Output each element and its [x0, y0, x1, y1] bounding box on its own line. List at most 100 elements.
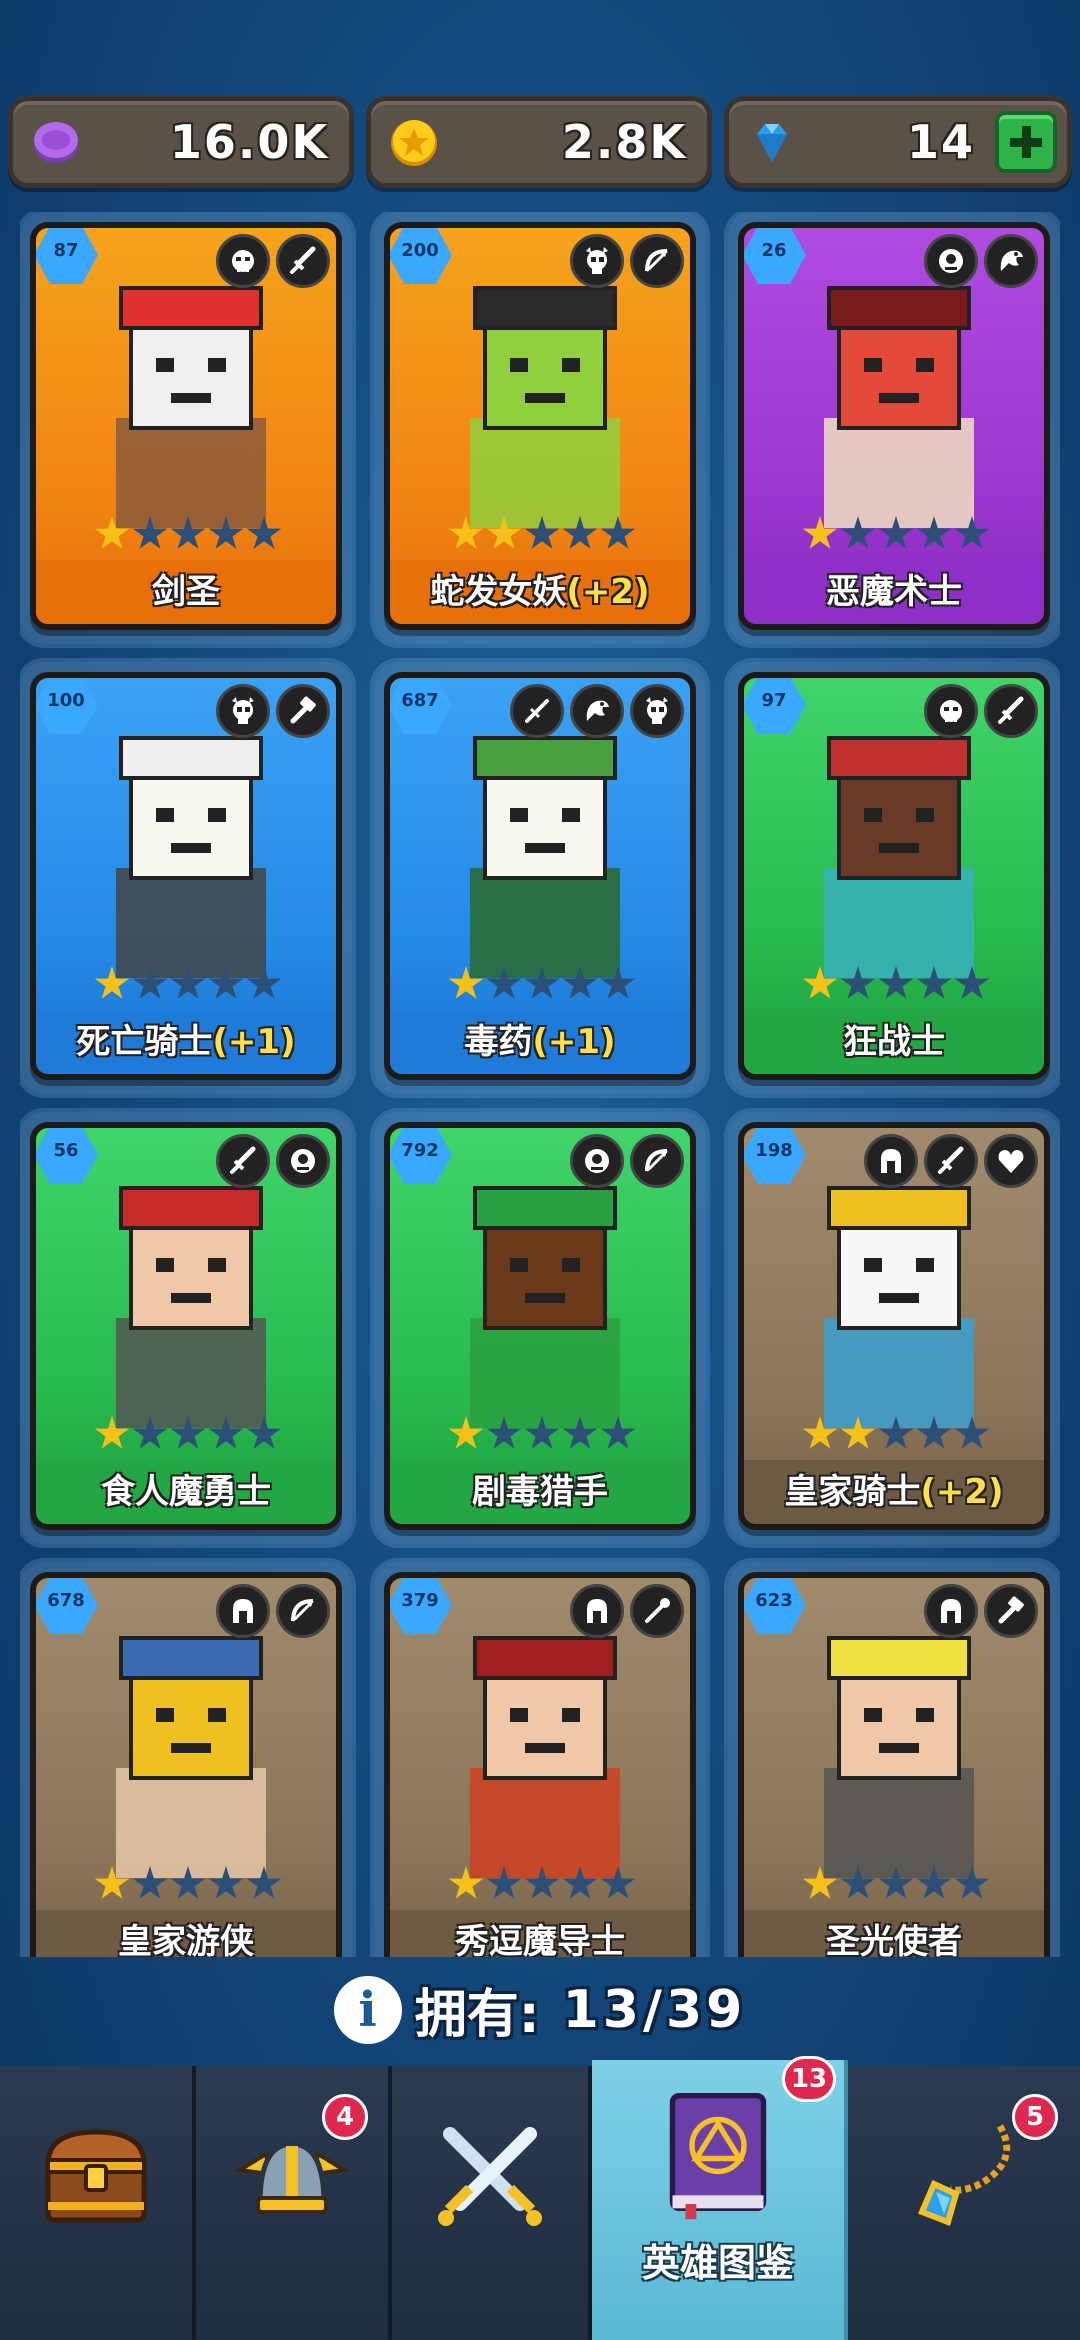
hero-card[interactable]: 56 食人魔勇士 [30, 1122, 342, 1530]
star-empty-icon [954, 1866, 990, 1899]
star-empty-icon [524, 516, 560, 549]
owned-count: 13/39 [562, 1979, 747, 2040]
star-filled-icon [94, 966, 130, 999]
hero-class-badges [924, 1584, 1038, 1638]
hero-portrait [116, 1636, 266, 1878]
gold-counter[interactable]: 2.8K [366, 96, 712, 188]
add-gems-button[interactable] [995, 111, 1057, 173]
hero-card-slot: 687 毒药(+1) [374, 662, 706, 1094]
hero-name-strip: 皇家游侠 [36, 1910, 336, 1957]
spellbook-icon [669, 2092, 767, 2220]
star-empty-icon [486, 1416, 522, 1449]
elixir-counter[interactable]: 16.0K [8, 96, 354, 188]
elixir-value: 16.0K [169, 115, 329, 169]
hero-card-slot: 792 剧毒猎手 [374, 1112, 706, 1544]
hero-portrait [470, 1186, 620, 1428]
star-empty-icon [562, 966, 598, 999]
hero-portrait [824, 1186, 974, 1428]
star-empty-icon [246, 1866, 282, 1899]
star-empty-icon [916, 1866, 952, 1899]
nav-items[interactable]: 5 [848, 2066, 1080, 2340]
hero-stars [448, 516, 636, 552]
hero-card[interactable]: 379 秀逗魔导士 [384, 1572, 696, 1957]
hero-name: 剧毒猎手 [472, 1472, 608, 1512]
hero-card[interactable]: 687 毒药(+1) [384, 672, 696, 1080]
crossed-swords-icon [438, 2127, 542, 2226]
hero-class-badges [570, 1584, 684, 1638]
sword-icon [216, 1134, 270, 1188]
star-empty-icon [208, 966, 244, 999]
star-empty-icon [486, 966, 522, 999]
helmet-icon [570, 1584, 624, 1638]
hero-card[interactable]: 100 死亡骑士(+1) [30, 672, 342, 1080]
hero-name-strip: 皇家骑士(+2) [744, 1460, 1044, 1524]
hero-card[interactable]: 678 皇家游侠 [30, 1572, 342, 1957]
hero-name: 圣光使者 [826, 1922, 962, 1957]
hero-card[interactable]: 623 圣光使者 [738, 1572, 1050, 1957]
sword-icon [276, 234, 330, 288]
hero-level: 200 [401, 240, 439, 261]
hero-card[interactable]: 200 蛇发女妖(+2) [384, 222, 696, 630]
star-empty-icon [878, 516, 914, 549]
star-empty-icon [840, 966, 876, 999]
nav-heroes[interactable]: 4 [196, 2066, 392, 2340]
hero-card-slot: 678 皇家游侠 [20, 1562, 352, 1957]
hero-bonus: (+1) [212, 1022, 296, 1062]
hero-class-badges [216, 1584, 330, 1638]
hero-name: 恶魔术士 [826, 572, 962, 612]
star-filled-icon [448, 1866, 484, 1899]
hero-level: 97 [761, 690, 787, 711]
hero-card[interactable]: 87 剑圣 [30, 222, 342, 630]
hero-card[interactable]: 198 皇家骑士(+2) [738, 1122, 1050, 1530]
hero-card-slot: 623 圣光使者 [728, 1562, 1060, 1957]
purple-elixir-icon [34, 122, 78, 163]
hero-class-badges [510, 684, 684, 738]
hero-name: 秀逗魔导士 [455, 1922, 625, 1957]
owned-label: 拥有: [414, 1985, 540, 2045]
gold-coin-icon [391, 120, 437, 166]
gem-counter[interactable]: 14 [724, 96, 1072, 188]
star-empty-icon [208, 1866, 244, 1899]
nav-heroes-badge: 4 [322, 2094, 368, 2140]
hero-name-strip: 剑圣 [36, 560, 336, 624]
helmet-icon [924, 1584, 978, 1638]
hero-bonus: (+2) [920, 1472, 1004, 1512]
hero-portrait [470, 1636, 620, 1878]
hero-name: 剑圣 [152, 572, 220, 612]
hero-card[interactable]: 97 狂战士 [738, 672, 1050, 1080]
star-empty-icon [562, 1416, 598, 1449]
cyclops-icon [276, 1134, 330, 1188]
star-filled-icon [448, 516, 484, 549]
hero-name-strip: 秀逗魔导士 [390, 1910, 690, 1957]
info-icon[interactable]: i [333, 1975, 402, 2044]
star-empty-icon [132, 966, 168, 999]
star-filled-icon [802, 516, 838, 549]
hero-card[interactable]: 26 恶魔术士 [738, 222, 1050, 630]
star-empty-icon [486, 1866, 522, 1899]
hero-class-badges [216, 1134, 330, 1188]
star-empty-icon [840, 1866, 876, 1899]
star-filled-icon [802, 1866, 838, 1899]
hero-level: 678 [47, 1590, 85, 1611]
hero-bonus: (+1) [532, 1022, 616, 1062]
amulet-icon [918, 2124, 1011, 2226]
hero-card-slot: 56 食人魔勇士 [20, 1112, 352, 1544]
hero-card-slot: 87 剑圣 [20, 212, 352, 644]
nav-battle[interactable] [392, 2066, 592, 2340]
hero-stars [448, 1866, 636, 1902]
hero-level: 100 [47, 690, 85, 711]
nav-shop[interactable] [0, 2066, 196, 2340]
skull-icon [630, 684, 684, 738]
owned-counter: i 拥有: 13/39 [0, 1972, 1080, 2045]
hero-stars [448, 1416, 636, 1452]
hero-portrait [116, 286, 266, 528]
star-empty-icon [954, 516, 990, 549]
nav-codex[interactable]: 英雄图鉴 13 [592, 2056, 848, 2340]
hero-grid: 87 剑圣 200 蛇发女妖(+2) 26 恶魔术士 100 死亡骑士(+1) … [20, 212, 1060, 1957]
star-empty-icon [600, 1866, 636, 1899]
hero-card[interactable]: 792 剧毒猎手 [384, 1122, 696, 1530]
nav-items-badge: 5 [1012, 2094, 1058, 2140]
currency-bar: 16.0K 2.8K 14 [8, 96, 1072, 188]
hero-name-strip: 死亡骑士(+1) [36, 1010, 336, 1074]
hammer-icon [276, 684, 330, 738]
